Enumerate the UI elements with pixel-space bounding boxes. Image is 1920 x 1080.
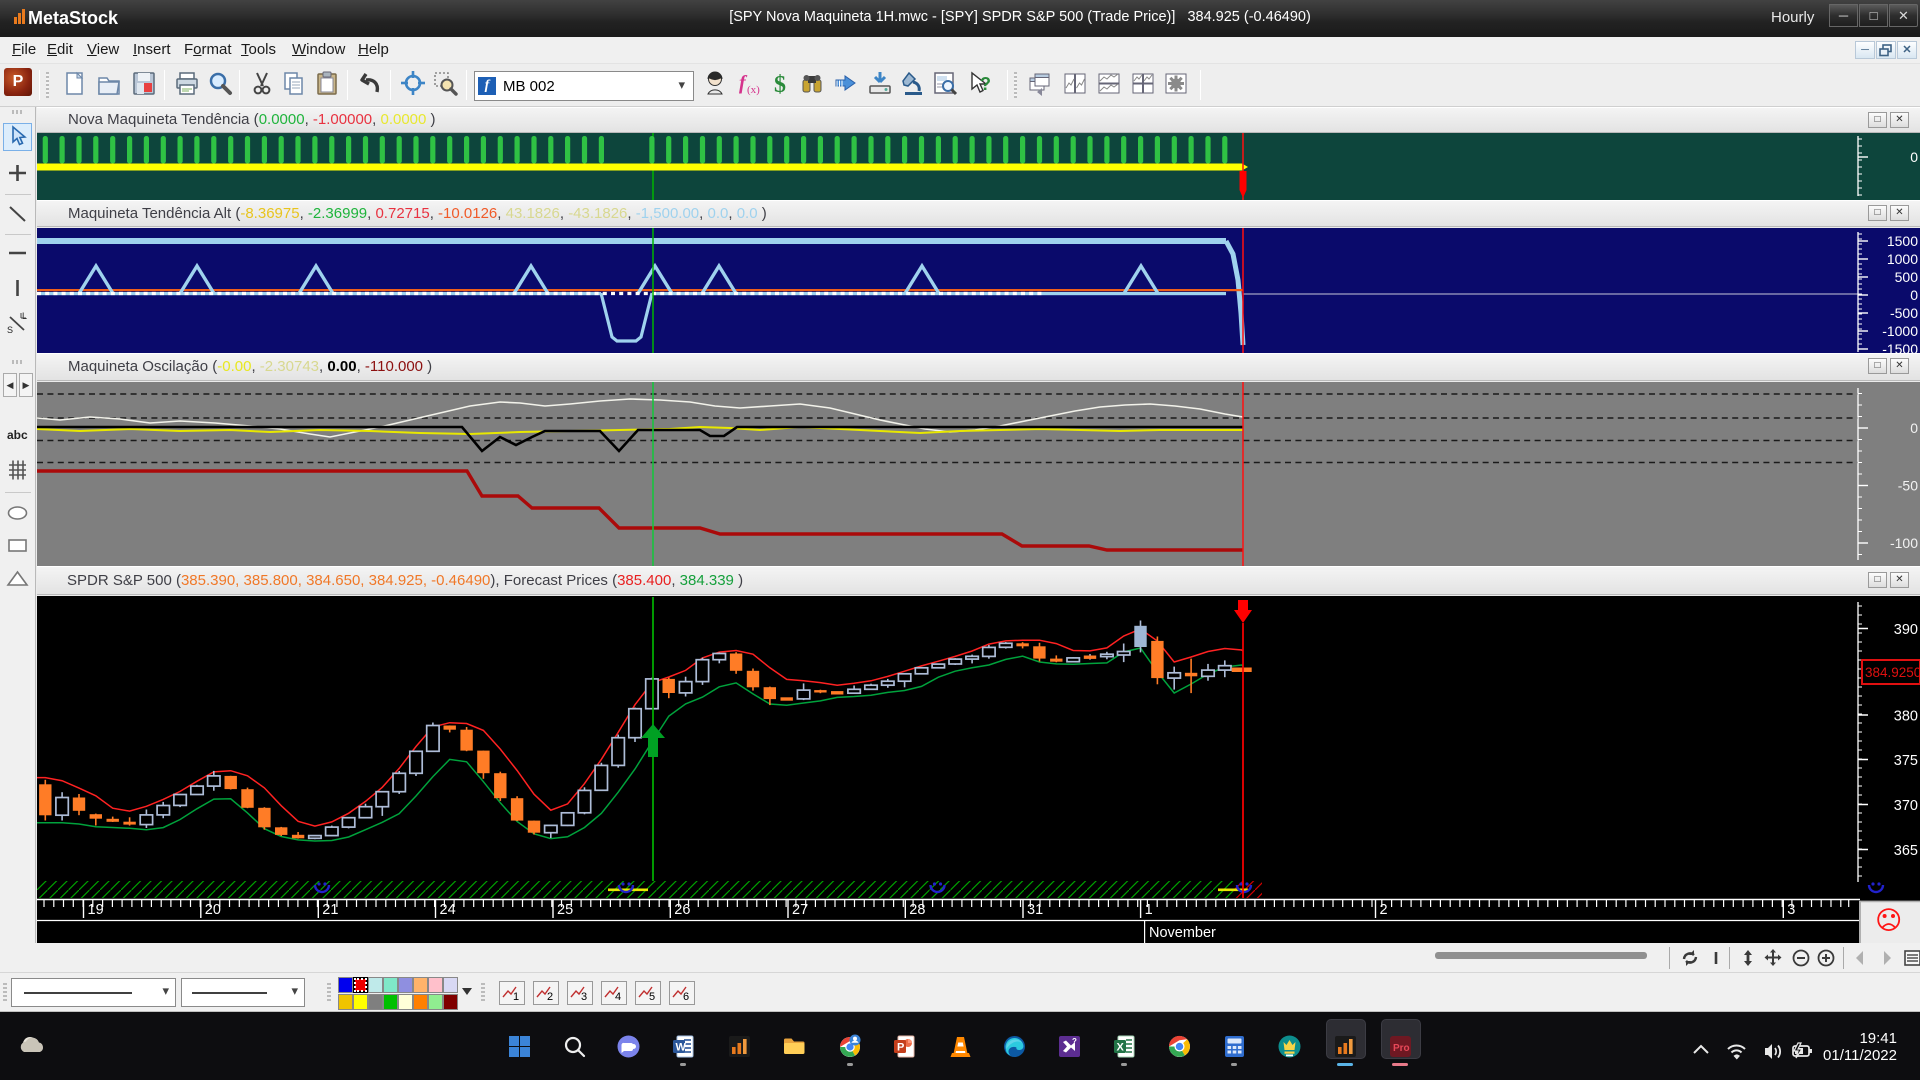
- svg-text:1000: 1000: [1887, 251, 1918, 267]
- svg-text:31: 31: [1027, 902, 1043, 918]
- svg-text:21: 21: [322, 902, 338, 918]
- svg-text:X: X: [1117, 1042, 1125, 1054]
- svg-text:24: 24: [440, 902, 456, 918]
- svg-text:25: 25: [557, 902, 573, 918]
- svg-text:19: 19: [88, 902, 104, 918]
- svg-text:?: ?: [1072, 1037, 1077, 1046]
- svg-text:26: 26: [674, 902, 690, 918]
- svg-text:2: 2: [547, 991, 553, 1003]
- svg-text:L: L: [22, 311, 27, 321]
- svg-text:1: 1: [1145, 902, 1153, 918]
- svg-text:Pro: Pro: [1393, 1043, 1410, 1054]
- svg-text:380: 380: [1894, 709, 1918, 725]
- svg-text:365: 365: [1894, 843, 1918, 859]
- svg-text:500: 500: [1895, 269, 1919, 285]
- svg-text:0: 0: [1910, 420, 1918, 436]
- svg-text:4: 4: [615, 991, 621, 1003]
- svg-text:5: 5: [649, 991, 655, 1003]
- svg-text:-50: -50: [1898, 478, 1918, 494]
- svg-text:20: 20: [205, 902, 221, 918]
- svg-text:abc: abc: [7, 428, 28, 442]
- svg-text:2: 2: [1380, 902, 1388, 918]
- svg-text:-100: -100: [1890, 535, 1918, 551]
- svg-text:3: 3: [581, 991, 587, 1003]
- svg-text:S: S: [7, 325, 13, 335]
- svg-text:3: 3: [1787, 902, 1795, 918]
- svg-text:0: 0: [1910, 149, 1918, 165]
- svg-text:375: 375: [1894, 753, 1918, 769]
- svg-text:27: 27: [792, 902, 808, 918]
- svg-text:28: 28: [909, 902, 925, 918]
- svg-text:1500: 1500: [1887, 233, 1918, 249]
- svg-text:?: ?: [980, 74, 991, 94]
- svg-text:(x): (x): [747, 84, 760, 96]
- svg-text:-1500: -1500: [1882, 341, 1918, 353]
- svg-text:November: November: [1149, 925, 1216, 941]
- svg-text:$: $: [774, 72, 786, 98]
- svg-text:-500: -500: [1890, 305, 1918, 321]
- svg-text:6: 6: [683, 991, 689, 1003]
- svg-text:-1000: -1000: [1882, 323, 1918, 339]
- svg-text:1: 1: [513, 991, 519, 1003]
- svg-text:0: 0: [1910, 287, 1918, 303]
- svg-text:370: 370: [1894, 798, 1918, 814]
- svg-text:390: 390: [1894, 622, 1918, 638]
- svg-text:P: P: [897, 1042, 904, 1054]
- svg-text:W: W: [676, 1042, 687, 1054]
- svg-text:384.9250: 384.9250: [1865, 665, 1920, 680]
